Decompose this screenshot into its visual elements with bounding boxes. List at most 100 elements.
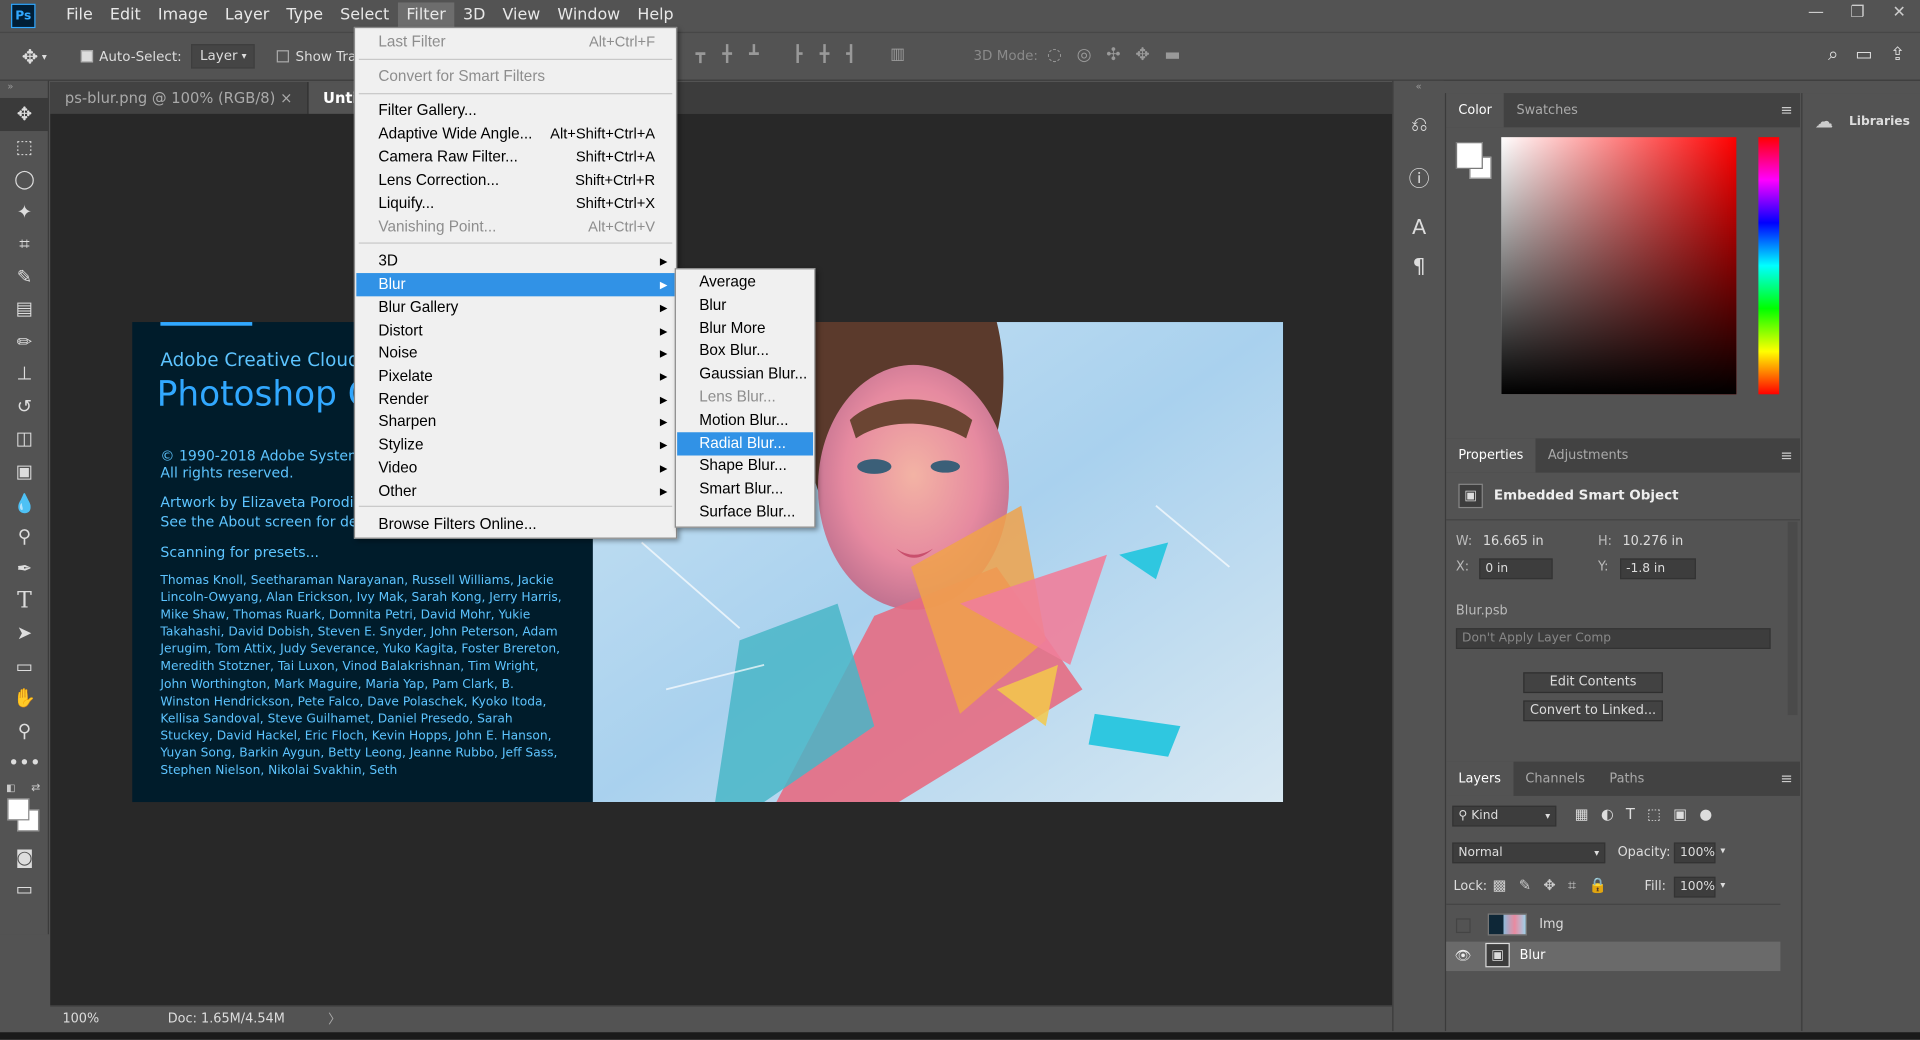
tab-properties[interactable]: Properties: [1446, 438, 1536, 473]
lock-all-icon[interactable]: 🔒: [1588, 877, 1606, 895]
width-value[interactable]: 16.665 in: [1483, 534, 1544, 549]
share-icon[interactable]: ⇪: [1890, 43, 1905, 65]
history-brush-tool-icon[interactable]: ↺: [0, 390, 49, 422]
tab-paths[interactable]: Paths: [1597, 762, 1656, 796]
panel-menu-icon[interactable]: ≡: [1780, 102, 1792, 119]
layer-row[interactable]: Img: [1446, 911, 1780, 940]
lock-artboard-icon[interactable]: ⌗: [1568, 877, 1576, 895]
filter-adjustment-icon[interactable]: ◐: [1601, 806, 1614, 823]
blend-mode-dropdown[interactable]: Normal ▾: [1452, 842, 1606, 864]
menu-item-gaussian-blur[interactable]: Gaussian Blur...: [677, 362, 813, 385]
menu-item-lens-correction[interactable]: Lens Correction... Shift+Ctrl+R: [356, 169, 674, 192]
properties-scrollbar[interactable]: [1787, 521, 1798, 716]
menu-item-sharpen[interactable]: Sharpen ▶: [356, 410, 674, 433]
history-icon[interactable]: ⎌: [1393, 105, 1444, 144]
filter-pixel-icon[interactable]: ▦: [1575, 806, 1589, 823]
magic-wand-tool-icon[interactable]: ✦: [0, 195, 49, 227]
brush-tool-icon[interactable]: ✏: [0, 325, 49, 357]
lock-position-icon[interactable]: ✥: [1543, 877, 1555, 895]
menu-item-surface-blur[interactable]: Surface Blur...: [677, 501, 813, 524]
3d-orbit-icon[interactable]: ◌: [1047, 45, 1062, 65]
zoom-tool-icon[interactable]: ⚲: [0, 714, 49, 746]
menu-item-adaptive-wide-angle[interactable]: Adaptive Wide Angle... Alt+Shift+Ctrl+A: [356, 122, 674, 145]
panel-menu-icon[interactable]: ≡: [1780, 770, 1792, 787]
status-menu-arrow-icon[interactable]: 〉: [328, 1010, 341, 1028]
menu-item-shape-blur[interactable]: Shape Blur...: [677, 454, 813, 477]
character-icon[interactable]: A: [1393, 208, 1444, 247]
tab-ps-blur[interactable]: ps-blur.png @ 100% (RGB/8) ×: [50, 82, 309, 114]
menu-item-blur-filter[interactable]: Blur: [677, 294, 813, 317]
filter-smart-icon[interactable]: ▣: [1673, 806, 1687, 823]
more-tools-icon[interactable]: •••: [0, 747, 49, 779]
tab-swatches[interactable]: Swatches: [1504, 93, 1590, 127]
rectangle-tool-icon[interactable]: ▭: [0, 650, 49, 682]
libraries-panel[interactable]: ☁ Libraries: [1801, 93, 1920, 1032]
menu-item-video[interactable]: Video ▶: [356, 457, 674, 480]
eraser-tool-icon[interactable]: ◫: [0, 422, 49, 454]
pen-tool-icon[interactable]: ✒: [0, 552, 49, 584]
3d-scale-icon[interactable]: ▬: [1164, 45, 1180, 65]
3d-slide-icon[interactable]: ✥: [1135, 45, 1149, 65]
canvas-area[interactable]: Adobe Creative Cloud Photoshop CC © 1990…: [50, 113, 1393, 1006]
info-icon[interactable]: ⓘ: [1393, 157, 1444, 196]
color-fg-swatch[interactable]: [1455, 142, 1483, 169]
menu-item-radial-blur[interactable]: Radial Blur...: [677, 432, 814, 456]
menu-item-filter-gallery[interactable]: Filter Gallery...: [356, 99, 674, 122]
marquee-tool-icon[interactable]: ⬚: [0, 130, 49, 162]
menu-type[interactable]: Type: [278, 2, 332, 29]
auto-select-checkbox[interactable]: Auto-Select:: [80, 48, 182, 64]
menu-layer[interactable]: Layer: [216, 2, 278, 29]
close-tab-icon[interactable]: ×: [280, 89, 292, 106]
convert-to-linked-button[interactable]: Convert to Linked...: [1523, 700, 1663, 722]
zoom-level[interactable]: 100%: [62, 1011, 99, 1026]
edit-contents-button[interactable]: Edit Contents: [1523, 672, 1663, 694]
blur-tool-icon[interactable]: 💧: [0, 487, 49, 519]
tab-layers[interactable]: Layers: [1446, 761, 1514, 796]
align-top-icon[interactable]: ┳: [696, 45, 706, 63]
menu-item-blur[interactable]: Blur ▶: [356, 273, 675, 297]
default-colors-icon[interactable]: ◧: [6, 782, 15, 793]
menu-item-3d[interactable]: 3D ▶: [356, 250, 674, 273]
search-icon[interactable]: ⌕: [1828, 43, 1838, 65]
height-value[interactable]: 10.276 in: [1622, 534, 1683, 549]
panel-menu-icon[interactable]: ≡: [1780, 447, 1792, 464]
minimize-icon[interactable]: —: [1795, 0, 1837, 29]
3d-roll-icon[interactable]: ◎: [1077, 45, 1092, 65]
workspace-icon[interactable]: ▭: [1855, 43, 1872, 65]
opacity-field[interactable]: 100%: [1673, 842, 1716, 864]
opacity-dropdown-icon[interactable]: ▾: [1720, 845, 1725, 856]
align-vcenter-icon[interactable]: ╋: [722, 45, 732, 63]
color-picker-field[interactable]: [1501, 137, 1737, 395]
color-swatches[interactable]: ◧ ⇄: [0, 779, 48, 831]
menu-item-other[interactable]: Other ▶: [356, 480, 674, 503]
menu-item-noise[interactable]: Noise ▶: [356, 342, 674, 365]
menu-filter[interactable]: Filter: [397, 2, 455, 30]
menu-item-stylize[interactable]: Stylize ▶: [356, 433, 674, 456]
align-right-icon[interactable]: ┫: [846, 45, 856, 63]
layer-row-selected[interactable]: 👁 ▣ Blur: [1446, 941, 1781, 972]
gradient-tool-icon[interactable]: ▣: [0, 455, 49, 487]
menu-item-blur-more[interactable]: Blur More: [677, 317, 813, 340]
menu-item-liquify[interactable]: Liquify... Shift+Ctrl+X: [356, 192, 674, 215]
healing-brush-tool-icon[interactable]: ▤: [0, 293, 49, 325]
restore-icon[interactable]: ❐: [1837, 0, 1879, 29]
menu-item-render[interactable]: Render ▶: [356, 388, 674, 411]
tab-color[interactable]: Color: [1446, 93, 1505, 128]
align-left-icon[interactable]: ┣: [793, 45, 803, 63]
auto-select-dropdown[interactable]: Layer ▾: [191, 44, 256, 69]
menu-item-smart-blur[interactable]: Smart Blur...: [677, 478, 813, 501]
layer-filter-kind[interactable]: ⚲ Kind ▾: [1452, 805, 1557, 827]
menu-image[interactable]: Image: [149, 2, 216, 29]
dodge-tool-icon[interactable]: ⚲: [0, 520, 49, 552]
foreground-color-swatch[interactable]: [7, 797, 30, 820]
eye-icon[interactable]: 👁: [1455, 948, 1472, 964]
align-bottom-icon[interactable]: ┻: [749, 45, 759, 63]
y-field[interactable]: -1.8 in: [1620, 558, 1696, 580]
x-field[interactable]: 0 in: [1479, 558, 1553, 580]
filter-type-icon[interactable]: T: [1626, 806, 1635, 823]
layer-comp-dropdown[interactable]: Don't Apply Layer Comp: [1455, 628, 1771, 649]
move-tool-preset-icon[interactable]: ✥ ▾: [10, 38, 59, 75]
menu-item-browse-filters-online[interactable]: Browse Filters Online...: [356, 513, 674, 536]
fill-dropdown-icon[interactable]: ▾: [1720, 879, 1725, 890]
clone-stamp-tool-icon[interactable]: ⊥: [0, 358, 49, 390]
